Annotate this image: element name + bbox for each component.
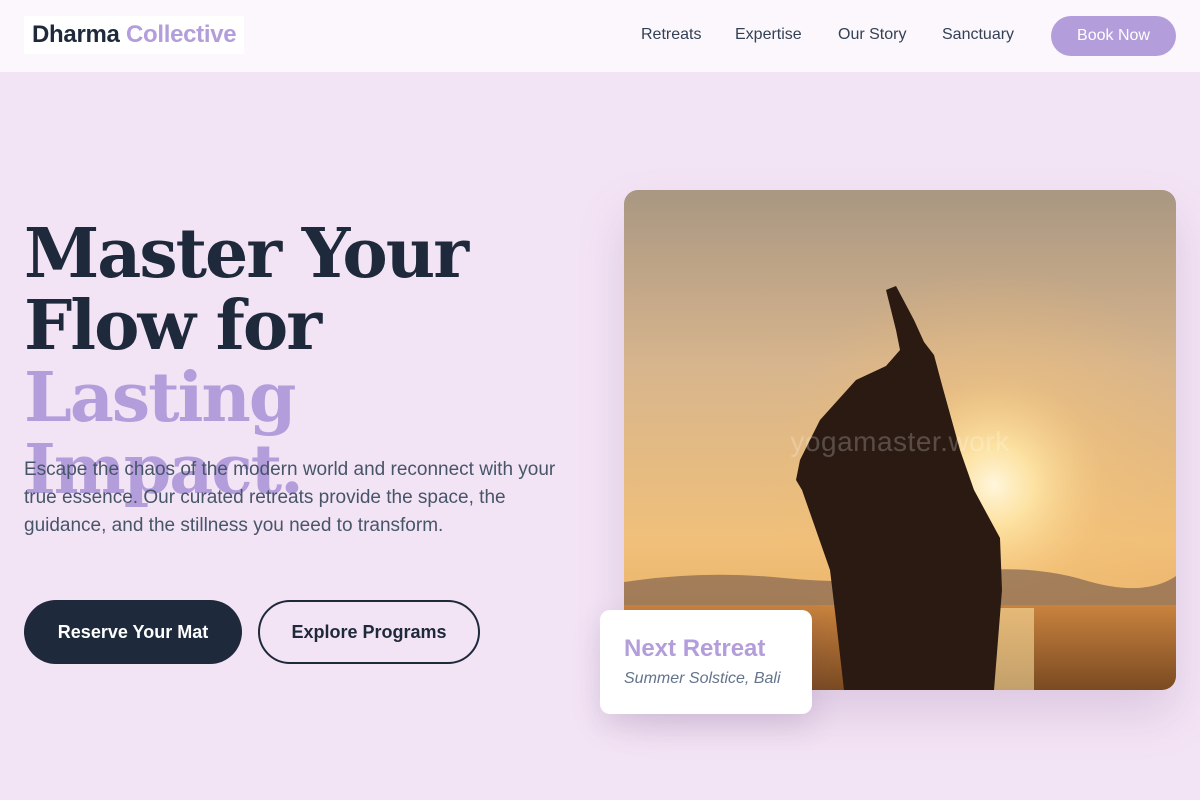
top-navigation: Dharma Collective Retreats Expertise Our… xyxy=(0,0,1200,72)
headline-accent-lasting: Lasting xyxy=(24,358,296,438)
brand-logo[interactable]: Dharma Collective xyxy=(24,16,245,54)
image-watermark: yogamaster.work xyxy=(790,426,1010,457)
nav-link-expertise[interactable]: Expertise xyxy=(735,24,802,46)
brand-name-primary: Dharma xyxy=(32,21,120,48)
headline-line-2: Flow for xyxy=(24,286,322,366)
headline-line-1: Master Your xyxy=(24,214,469,294)
nav-link-sanctuary[interactable]: Sanctuary xyxy=(942,24,1014,46)
reserve-mat-button[interactable]: Reserve Your Mat xyxy=(24,600,242,664)
nav-link-our-story[interactable]: Our Story xyxy=(838,24,906,46)
brand-name-accent: Collective xyxy=(125,21,237,48)
nav-link-retreats[interactable]: Retreats xyxy=(641,24,701,46)
hero-description: Escape the chaos of the modern world and… xyxy=(24,459,556,536)
explore-programs-button[interactable]: Explore Programs xyxy=(258,600,480,664)
next-retreat-title: Next Retreat xyxy=(624,635,766,662)
next-retreat-location: Summer Solstice, Bali xyxy=(624,670,781,687)
next-retreat-card[interactable]: Next Retreat Summer Solstice, Bali xyxy=(600,610,812,714)
book-now-button[interactable]: Book Now xyxy=(1051,16,1176,56)
